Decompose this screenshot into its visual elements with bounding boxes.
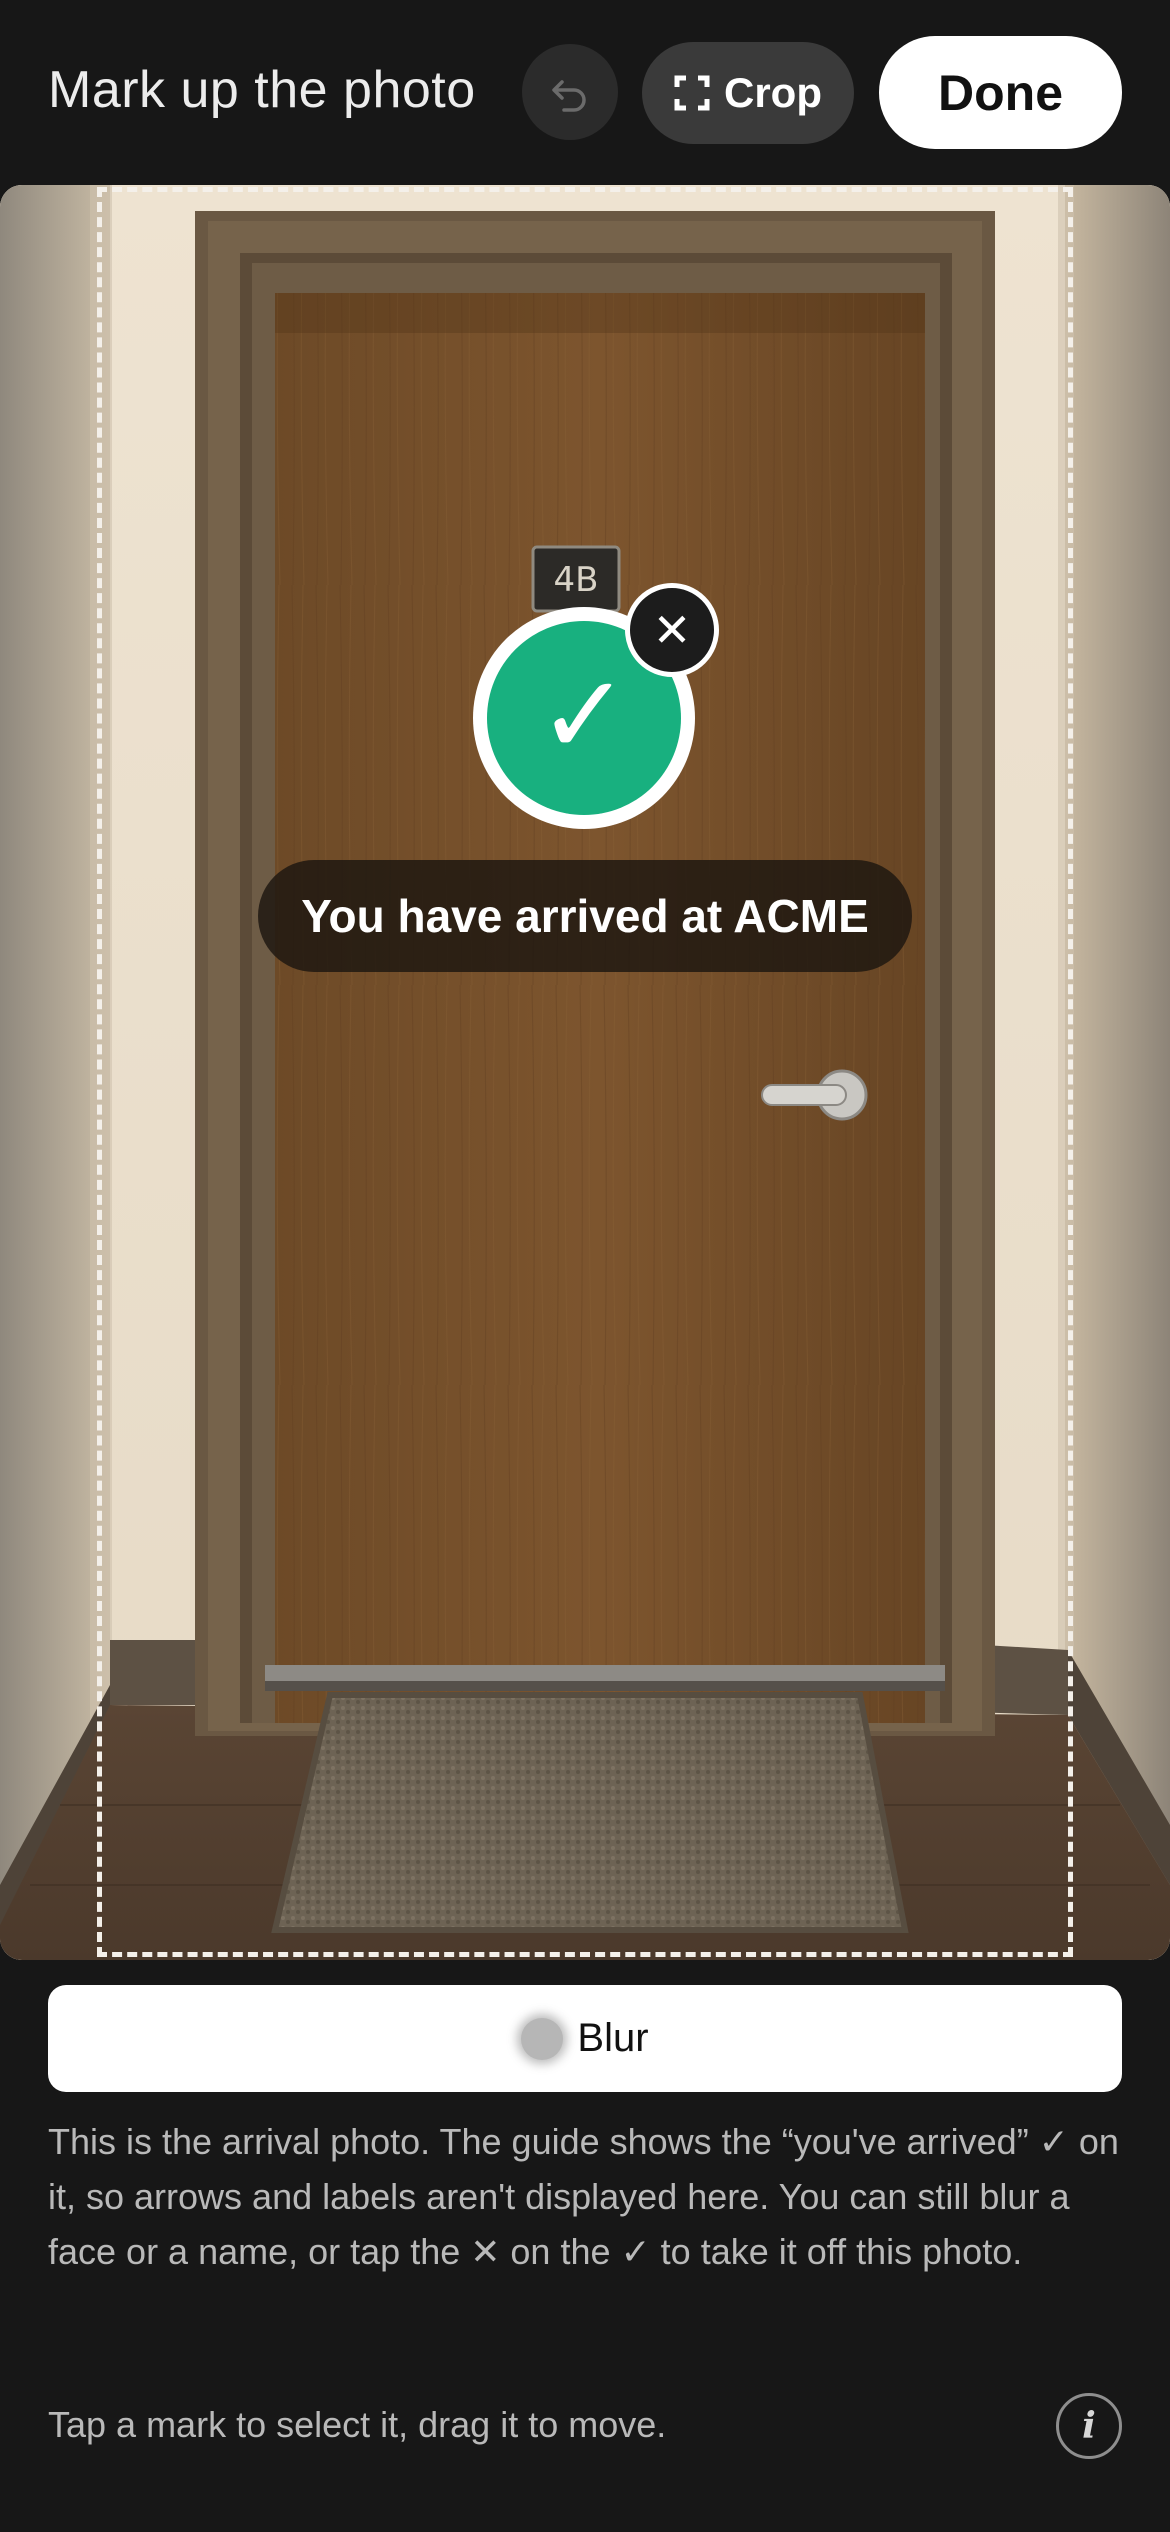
photo-canvas[interactable]: 4B ✓ ✕ You have arrived at ACME: [0, 185, 1170, 1960]
crop-frame[interactable]: [97, 187, 1073, 1957]
info-icon: i: [1082, 2405, 1096, 2447]
info-button[interactable]: i: [1056, 2393, 1122, 2459]
blur-button[interactable]: Blur: [48, 1985, 1122, 2092]
arrival-info-text: This is the arrival photo. The guide sho…: [48, 2121, 1119, 2272]
crop-label: Crop: [724, 69, 822, 116]
check-icon: ✓: [537, 654, 631, 777]
page-title: Mark up the photo: [48, 61, 476, 119]
undo-button[interactable]: [522, 44, 618, 140]
remove-check-button[interactable]: ✕: [625, 583, 719, 677]
usage-hint: Tap a mark to select it, drag it to move…: [48, 2404, 667, 2445]
top-bar: Mark up the photo Crop Done: [0, 0, 1170, 185]
blur-label: Blur: [577, 2016, 649, 2060]
crop-icon: [674, 75, 710, 111]
arrival-label: You have arrived at ACME: [301, 890, 869, 942]
done-button[interactable]: Done: [879, 36, 1122, 149]
done-label: Done: [938, 64, 1063, 121]
crop-button[interactable]: Crop: [642, 42, 854, 144]
arrival-label-pill: You have arrived at ACME: [258, 860, 912, 972]
close-icon: ✕: [652, 604, 692, 656]
blur-icon: [521, 2017, 564, 2060]
undo-icon: [552, 80, 586, 112]
